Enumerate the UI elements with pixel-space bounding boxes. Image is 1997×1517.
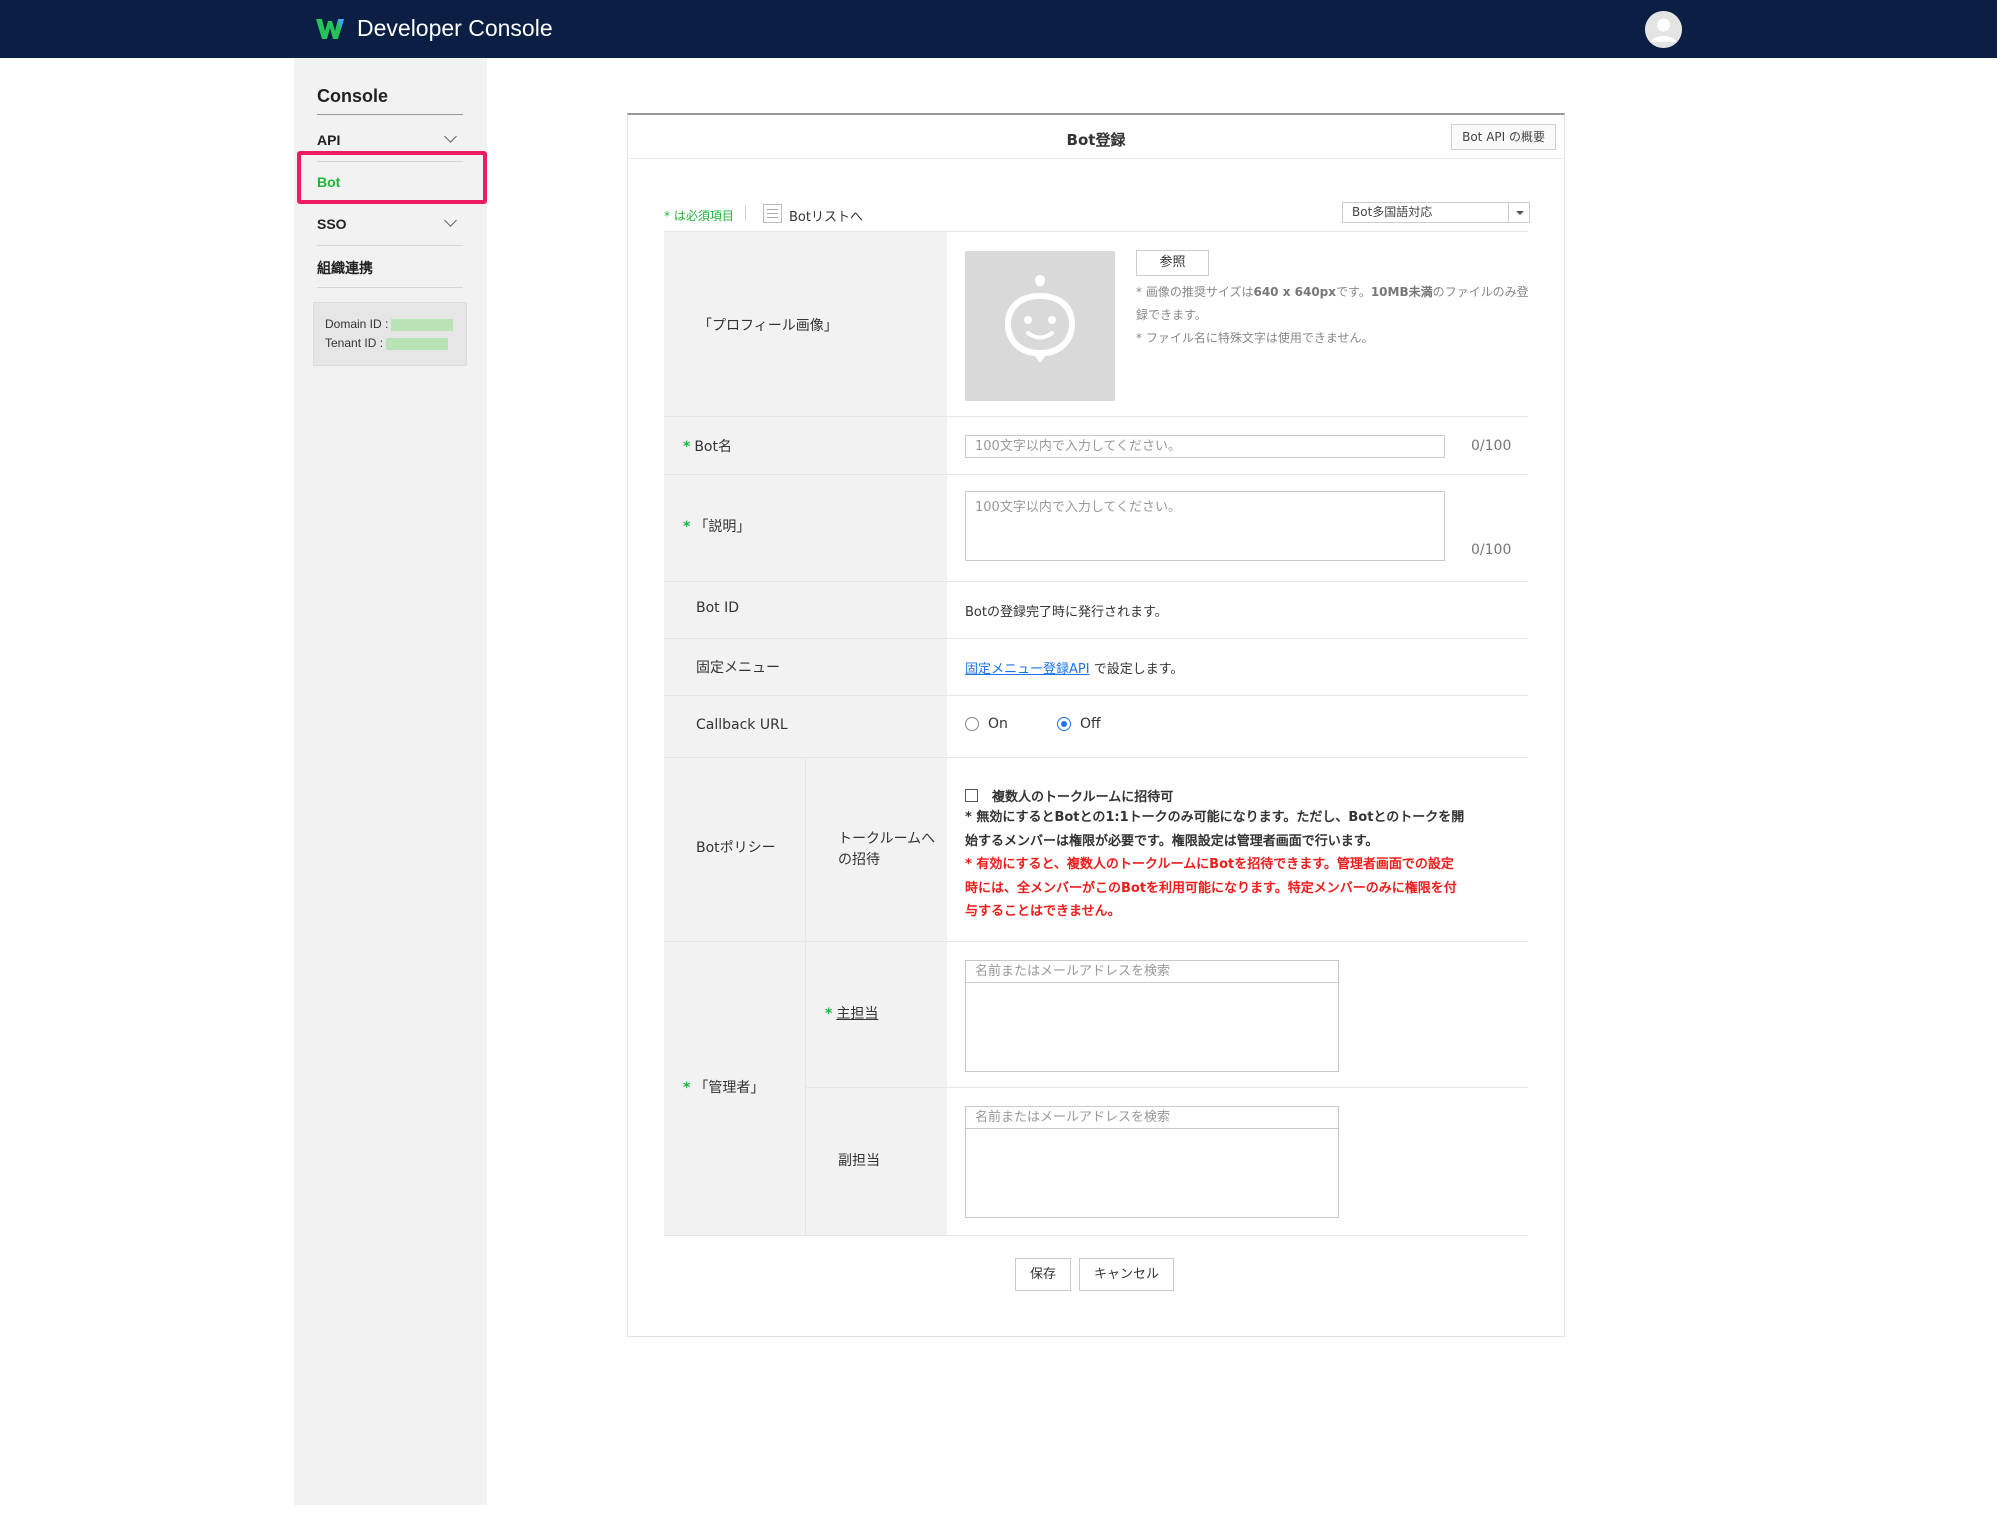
- admin-label: * 「管理者」: [683, 1080, 765, 1096]
- bot-list-link[interactable]: Botリストへ: [789, 206, 863, 225]
- fixed-menu-label: 固定メニュー: [696, 660, 780, 676]
- bot-highlight-box: [297, 151, 487, 204]
- cancel-button[interactable]: キャンセル: [1079, 1258, 1174, 1291]
- profile-label-cell: 「プロフィール画像」: [664, 232, 947, 417]
- admin-sub-value-cell: 名前またはメールアドレスを検索: [947, 1088, 1528, 1236]
- bot-registration-panel: Bot登録 Bot API の概要 * は必須項目 Botリストへ Bot多国語…: [627, 113, 1565, 1337]
- description-value-cell: 100文字以内で入力してください。 0/100: [947, 475, 1528, 582]
- bot-id-value: Botの登録完了時に発行されます。: [965, 605, 1168, 620]
- bot-name-input[interactable]: 100文字以内で入力してください。: [965, 435, 1445, 458]
- bot-id-label-cell: Bot ID: [664, 582, 947, 639]
- bot-id-value-cell: Botの登録完了時に発行されます。: [947, 582, 1528, 639]
- callback-off-radio[interactable]: [1057, 717, 1071, 731]
- description-label: * 「説明」: [683, 519, 751, 535]
- admin-main-value-cell: 名前またはメールアドレスを検索: [947, 942, 1528, 1088]
- policy-note-enabled: * 有効にすると、複数人のトークルームにBotを招待できます。管理者画面での設定…: [965, 857, 1457, 919]
- top-bar: Developer Console: [0, 0, 1997, 58]
- callback-off-label: Off: [1080, 716, 1101, 732]
- multilanguage-select[interactable]: Bot多国語対応: [1342, 202, 1530, 223]
- description-textarea[interactable]: 100文字以内で入力してください。: [965, 491, 1445, 561]
- callback-value-cell: On Off: [947, 696, 1528, 758]
- bot-face-icon: [1005, 275, 1075, 363]
- redacted-value: [391, 318, 454, 331]
- multilanguage-select-value: Bot多国語対応: [1352, 205, 1433, 219]
- description-label-cell: * 「説明」: [664, 475, 947, 582]
- admin-label-cell: * 「管理者」: [664, 942, 806, 1236]
- bot-name-counter: 0/100: [1471, 438, 1512, 454]
- fixed-menu-label-cell: 固定メニュー: [664, 639, 947, 696]
- callback-label-cell: Callback URL: [664, 696, 947, 758]
- sidebar-item-label: 組織連携: [317, 260, 373, 276]
- domain-id-row: Domain ID :: [325, 317, 454, 333]
- policy-note-disabled: * 無効にするとBotとの1:1トークのみ可能になります。ただし、Botとのトー…: [965, 810, 1465, 849]
- user-icon: [1645, 11, 1682, 48]
- sidebar-title: Console: [317, 86, 389, 106]
- profile-image-placeholder: [965, 251, 1115, 401]
- admin-main-label: * 主担当: [825, 1006, 879, 1022]
- multi-room-invite-label: 複数人のトークルームに招待可: [992, 790, 1174, 805]
- sidebar-item-org-link[interactable]: 組織連携: [317, 246, 463, 286]
- admin-main-search-input[interactable]: 名前またはメールアドレスを検索: [966, 961, 1338, 983]
- policy-sub-label-line2: の招待: [838, 852, 880, 868]
- fixed-menu-value-cell: 固定メニュー登録API で設定します。: [947, 639, 1528, 696]
- bot-api-overview-button[interactable]: Bot API の概要: [1451, 124, 1556, 150]
- policy-sub-label-cell: トークルームへ の招待: [806, 758, 947, 942]
- page-title: Bot登録: [1066, 131, 1126, 149]
- admin-sub-label: 副担当: [838, 1153, 880, 1169]
- callback-label: Callback URL: [696, 717, 788, 733]
- fixed-menu-text: 固定メニュー登録API で設定します。: [965, 662, 1184, 677]
- description-counter: 0/100: [1471, 542, 1512, 558]
- works-logo-icon: [316, 19, 344, 39]
- bot-name-label: * Bot名: [683, 439, 732, 455]
- sidebar-item-label: SSO: [317, 216, 347, 232]
- sidebar-divider: [317, 287, 463, 288]
- panel-header: Bot登録 Bot API の概要: [628, 115, 1564, 159]
- app-title: Developer Console: [357, 15, 553, 41]
- bot-name-label-cell: * Bot名: [664, 417, 947, 475]
- admin-sub-search[interactable]: 名前またはメールアドレスを検索: [965, 1106, 1339, 1218]
- bot-id-label: Bot ID: [696, 600, 740, 616]
- admin-sub-search-input[interactable]: 名前またはメールアドレスを検索: [966, 1107, 1338, 1129]
- redacted-value: [386, 337, 449, 350]
- admin-main-label-cell: * 主担当: [806, 942, 947, 1088]
- sidebar-divider: [317, 114, 463, 115]
- profile-label: 「プロフィール画像」: [698, 318, 838, 334]
- chevron-down-icon: [444, 214, 457, 227]
- filename-note: * ファイル名に特殊文字は使用できません。: [1136, 331, 1374, 345]
- sidebar-item-sso[interactable]: SSO: [317, 204, 463, 244]
- sidebar: Console API Bot SSO 組織連携 Domain ID : Ten…: [294, 58, 487, 1505]
- sidebar-item-label: API: [317, 132, 341, 148]
- tenant-id-label: Tenant ID :: [325, 336, 384, 350]
- tenant-id-row: Tenant ID :: [325, 336, 449, 352]
- image-size-note: * 画像の推奨サイズは640 x 640pxです。10MB未満のファイルのみ登録…: [1136, 285, 1529, 322]
- caret-down-icon: [1508, 203, 1529, 222]
- domain-id-label: Domain ID :: [325, 317, 389, 331]
- callback-on-label: On: [988, 716, 1008, 732]
- bot-form: 「プロフィール画像」 参照 * 画像の推奨サイズは640 x 640pxです。1…: [664, 231, 1529, 1236]
- fixed-menu-api-link[interactable]: 固定メニュー登録API: [965, 662, 1090, 677]
- admin-sub-label-cell: 副担当: [806, 1088, 947, 1236]
- browse-button[interactable]: 参照: [1136, 250, 1209, 276]
- admin-main-search[interactable]: 名前またはメールアドレスを検索: [965, 960, 1339, 1072]
- divider: [745, 205, 746, 221]
- policy-label-cell: Botポリシー: [664, 758, 806, 942]
- profile-value-cell: 参照 * 画像の推奨サイズは640 x 640pxです。10MB未満のファイルの…: [947, 232, 1529, 417]
- user-avatar[interactable]: [1645, 11, 1682, 48]
- chevron-down-icon: [444, 130, 457, 143]
- save-button[interactable]: 保存: [1015, 1258, 1071, 1291]
- policy-value-cell: 複数人のトークルームに招待可 * 無効にするとBotとの1:1トークのみ可能にな…: [947, 758, 1528, 942]
- tenant-info-box: Domain ID : Tenant ID :: [313, 302, 467, 366]
- callback-on-radio[interactable]: [965, 717, 979, 731]
- multi-room-invite-checkbox[interactable]: [965, 789, 978, 802]
- policy-sub-label-line1: トークルームへ: [838, 831, 936, 847]
- required-note: * は必須項目: [664, 209, 734, 223]
- policy-label: Botポリシー: [696, 840, 776, 856]
- bot-name-value-cell: 100文字以内で入力してください。 0/100: [947, 417, 1528, 475]
- list-icon[interactable]: [763, 204, 782, 223]
